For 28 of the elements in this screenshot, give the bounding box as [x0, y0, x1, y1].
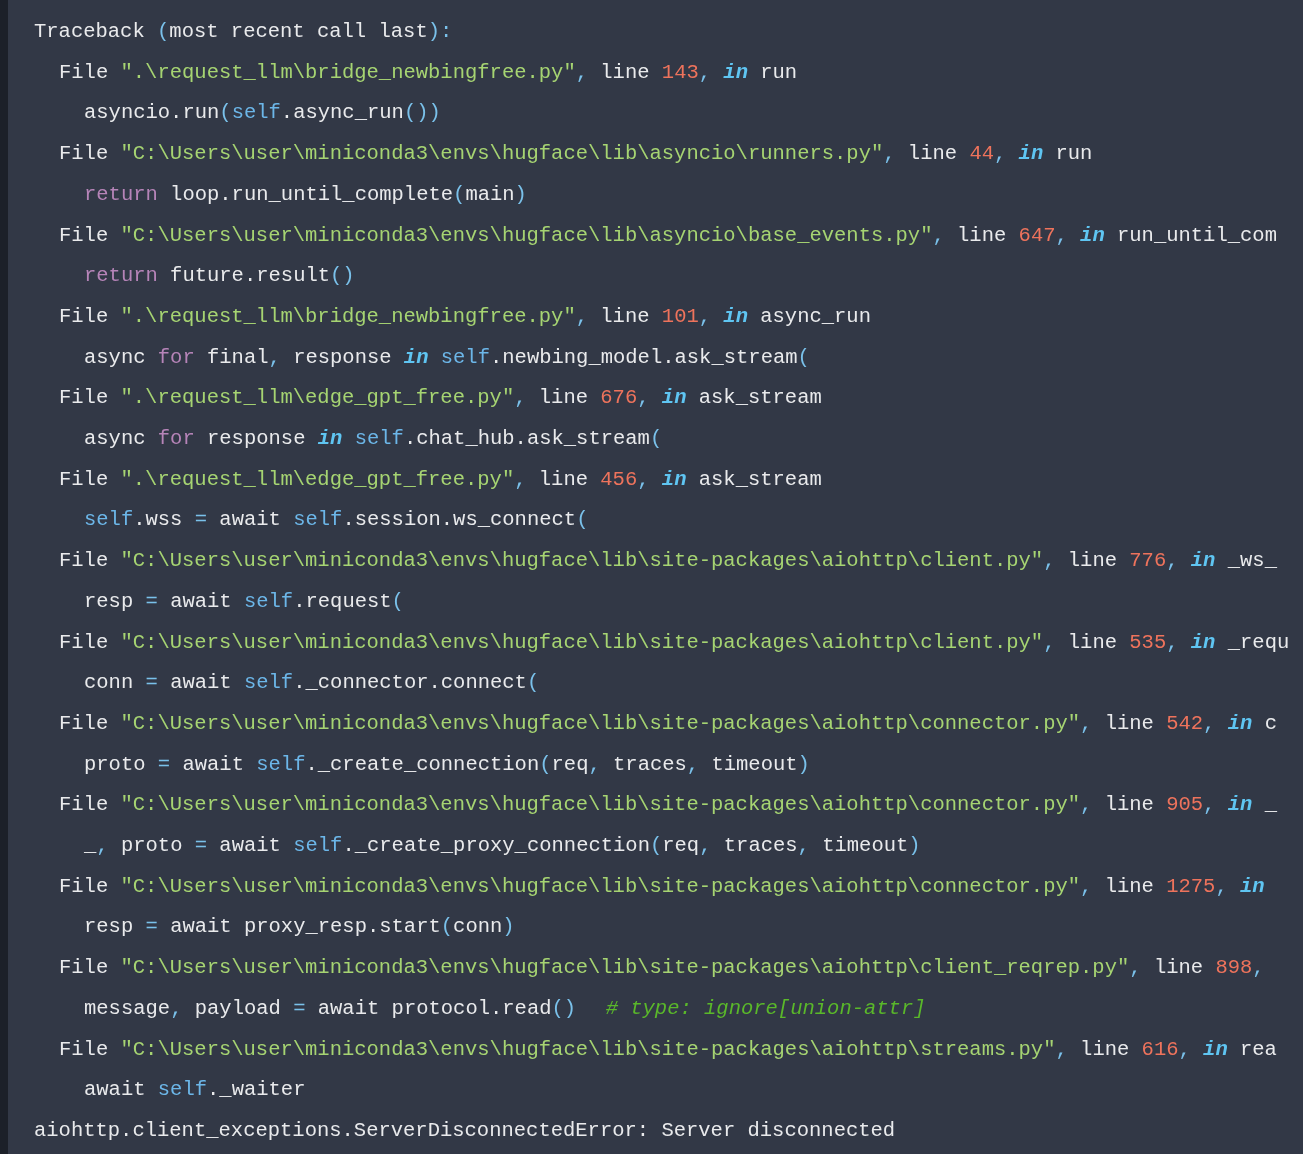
code-line: asyncio.run(self.async_run()) — [83, 100, 442, 127]
code-line: File ".\request_llm\edge_gpt_free.py", line 456, in ask_stream — [58, 466, 823, 493]
code-line: File "C:\Users\user\miniconda3\envs\hugface\lib\site-packages\aiohttp\client.py", line 776, in _ws_ — [58, 548, 1278, 575]
code-line: aiohttp.client_exceptions.ServerDisconnectedError: Server disconnected — [34, 1118, 897, 1144]
code-line: File ".\request_llm\bridge_newbingfree.py", line 143, in run — [58, 59, 799, 86]
code-line: return future.result() — [83, 263, 356, 290]
code-line: File "C:\Users\user\miniconda3\envs\hugface\lib\asyncio\runners.py", line 44, in run — [58, 141, 1094, 168]
code-line: return loop.run_until_complete(main) — [83, 181, 528, 208]
code-line: resp = await proxy_resp.start(conn) — [83, 914, 516, 941]
code-line: File "C:\Users\user\miniconda3\envs\hugface\lib\site-packages\aiohttp\streams.py", line 616, in rea — [58, 1036, 1278, 1063]
code-line: resp = await self.request( — [83, 588, 405, 615]
code-line: File "C:\Users\user\miniconda3\envs\hugface\lib\asyncio\base_events.py", line 647, in run_until_com — [58, 222, 1278, 249]
code-line: conn = await self._connector.connect( — [83, 670, 541, 697]
code-line: proto = await self._create_connection(req, traces, timeout) — [83, 751, 811, 778]
code-line: async for response in self.chat_hub.ask_stream( — [83, 426, 664, 453]
code-line: File ".\request_llm\bridge_newbingfree.py", line 101, in async_run — [58, 303, 872, 330]
code-line: File ".\request_llm\edge_gpt_free.py", line 676, in ask_stream — [58, 385, 823, 412]
code-line: async for final, response in self.newbing_model.ask_stream( — [83, 344, 811, 371]
code-line: self.wss = await self.session.ws_connect( — [83, 507, 590, 534]
code-line: File "C:\Users\user\miniconda3\envs\hugface\lib\site-packages\aiohttp\connector.py", line 905, in _ — [58, 792, 1278, 819]
code-line: _, proto = await self._create_proxy_connection(req, traces, timeout) — [83, 833, 922, 860]
code-line: File "C:\Users\user\miniconda3\envs\hugface\lib\site-packages\aiohttp\connector.py", line 1275, in — [58, 873, 1266, 900]
code-line: await self._waiter — [83, 1077, 307, 1104]
code-line: Traceback (most recent call last): — [34, 19, 454, 45]
code-line: File "C:\Users\user\miniconda3\envs\hugface\lib\site-packages\aiohttp\connector.py", line 542, in c — [58, 710, 1278, 737]
code-line: File "C:\Users\user\miniconda3\envs\hugface\lib\site-packages\aiohttp\client_reqrep.py", line 898, — [58, 955, 1266, 982]
code-line: message, payload = await protocol.read() # type: ignore[union-attr] — [83, 995, 927, 1022]
code-line: File "C:\Users\user\miniconda3\envs\hugface\lib\site-packages\aiohttp\client.py", line 535, in _requ — [58, 629, 1290, 656]
